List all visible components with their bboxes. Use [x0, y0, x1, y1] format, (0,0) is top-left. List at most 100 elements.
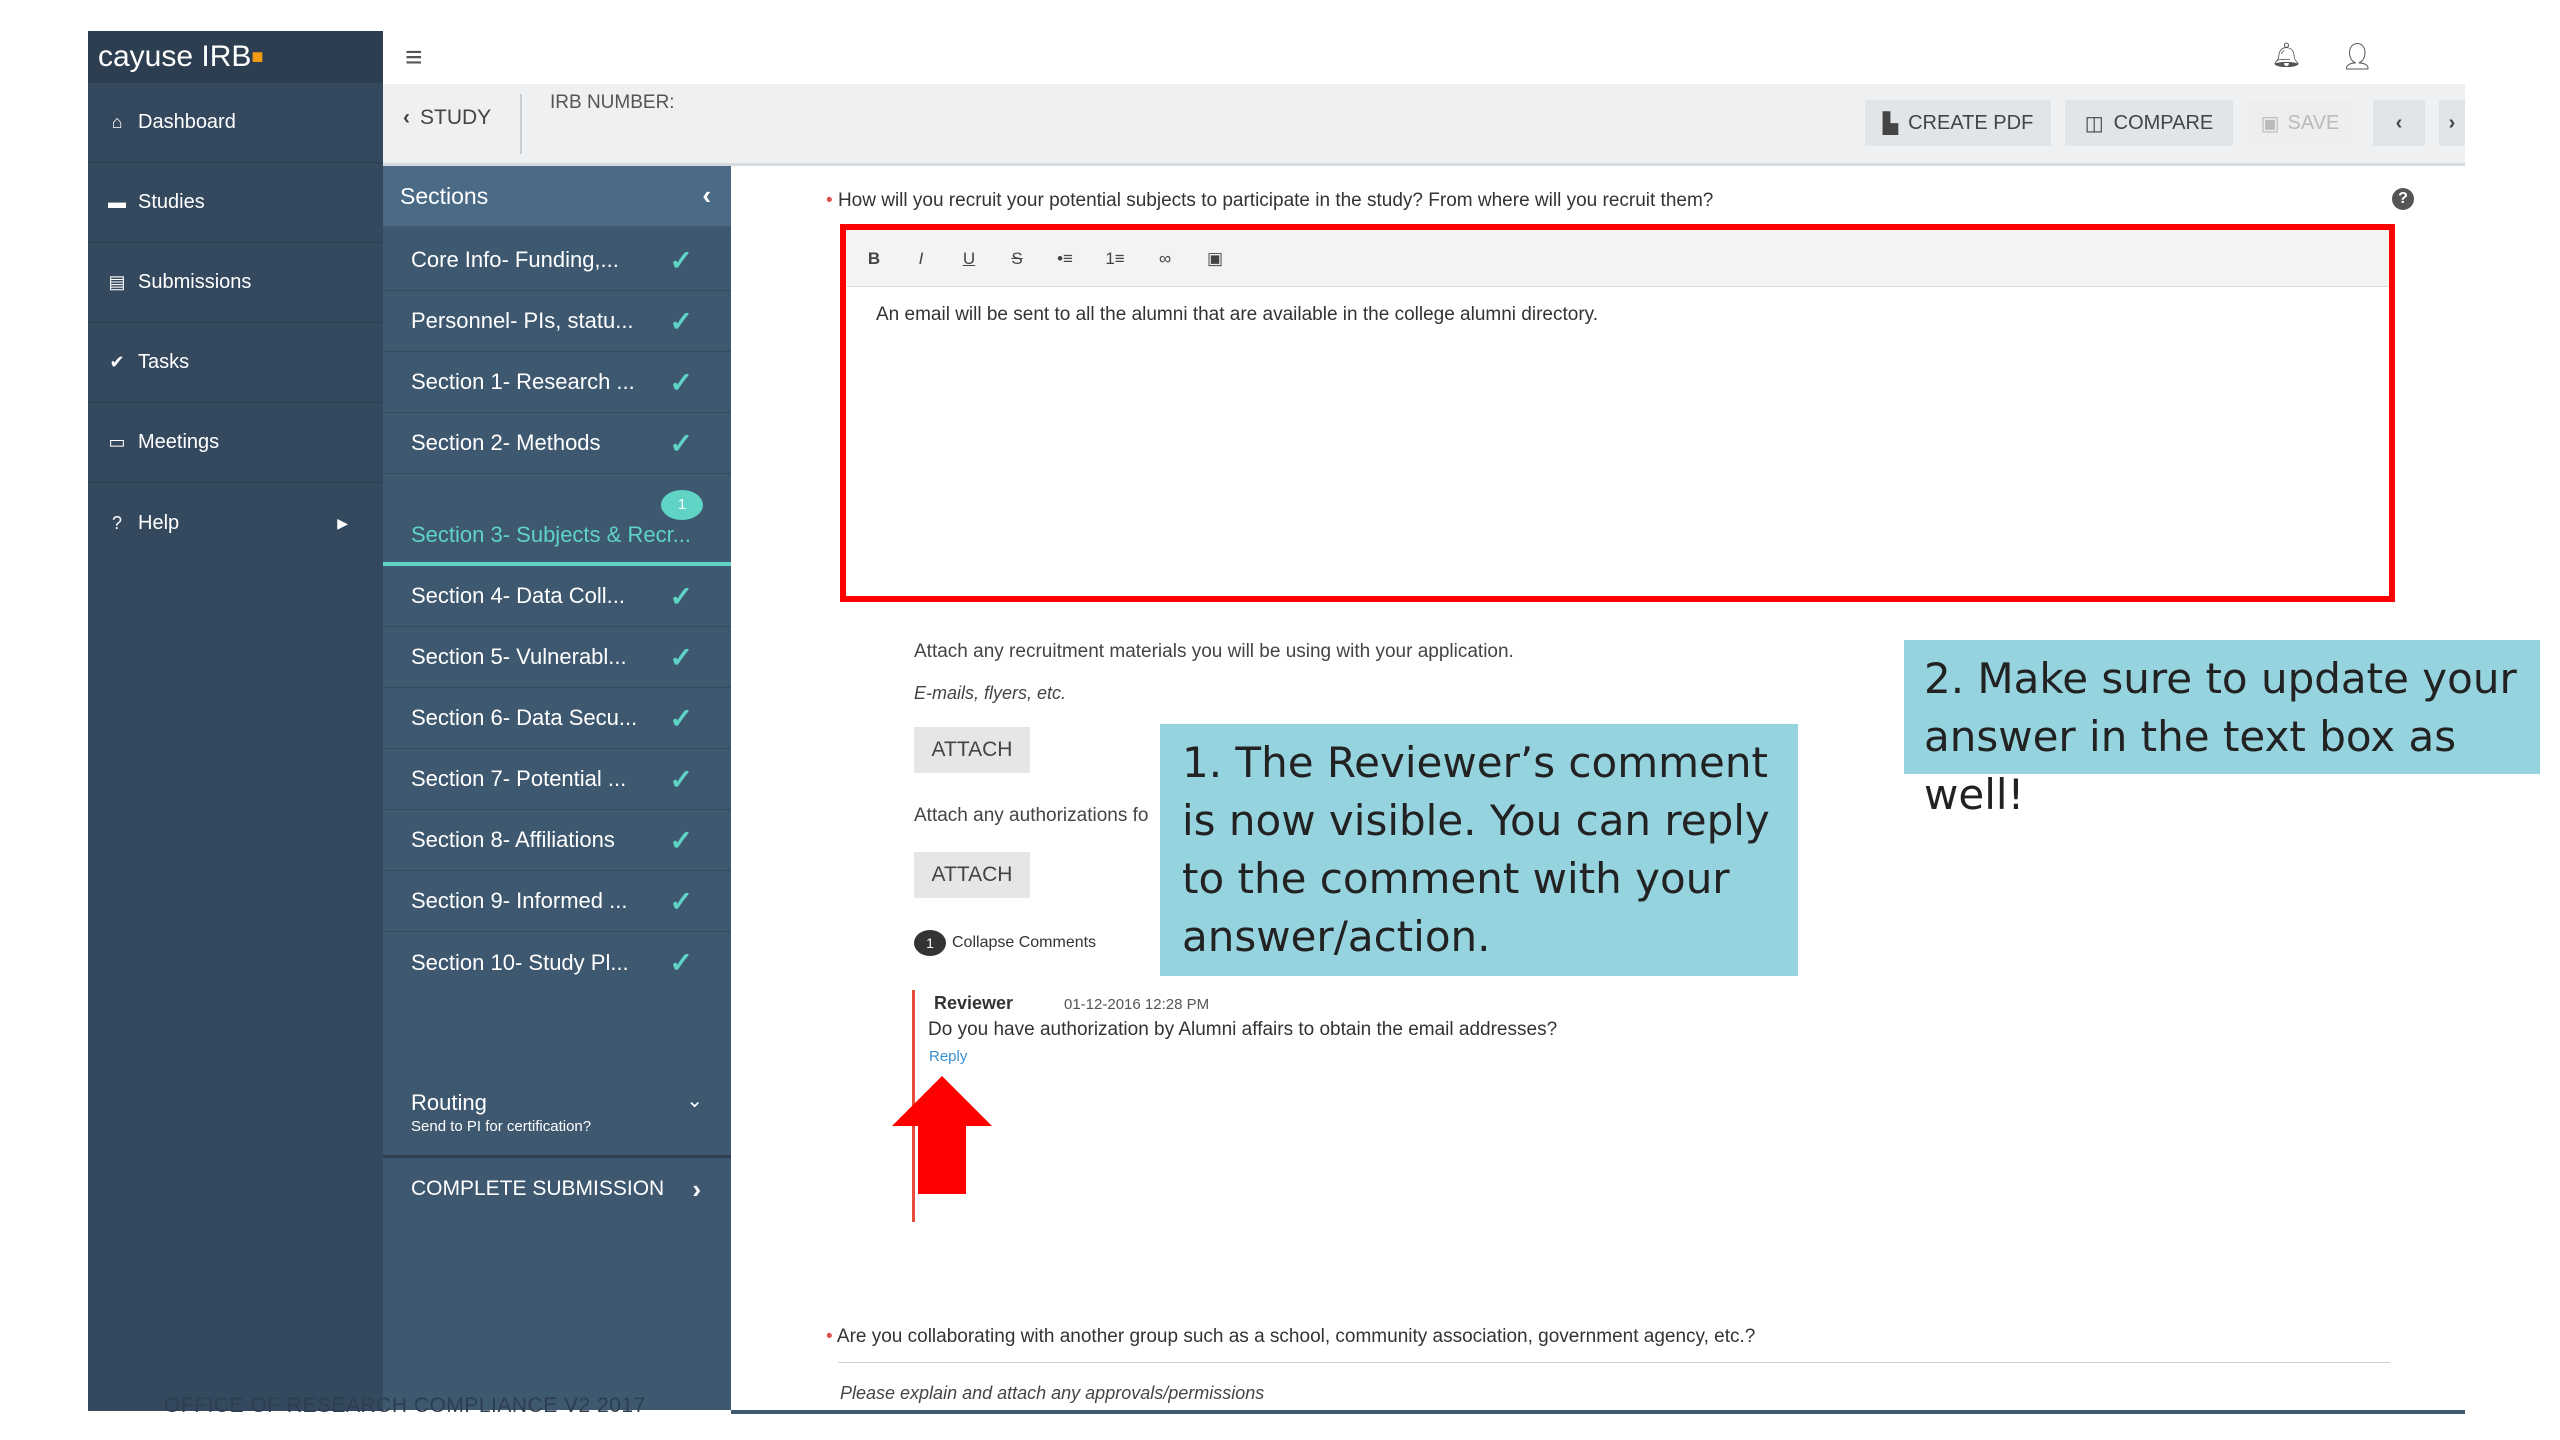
required-marker: •	[826, 190, 838, 211]
chevron-right-icon: ›	[2448, 111, 2456, 134]
comment-count-badge: 1	[661, 490, 703, 520]
editor-toolbar: B I U S •≡ 1≡ ∞ ▣	[846, 230, 2389, 287]
section-item[interactable]: Section 7- Potential ... ✓	[383, 749, 731, 810]
section-item[interactable]: Section 1- Research ... ✓	[383, 352, 731, 413]
attach-recruitment-label: Attach any recruitment materials you wil…	[914, 641, 1514, 662]
file-icon: ▤	[108, 272, 126, 292]
numbered-list-icon[interactable]: 1≡	[1100, 244, 1130, 274]
check-icon: ✓	[669, 763, 693, 795]
nav-item-label: Meetings	[138, 431, 220, 453]
divider	[838, 1362, 2390, 1363]
chevron-right-icon: ›	[692, 1173, 701, 1204]
nav-item-studies[interactable]: ▬ Studies	[88, 163, 383, 243]
section-item-active[interactable]: Section 3- Subjects & Recr... 1	[383, 474, 731, 566]
arrow-shape	[892, 1076, 992, 1194]
next-button[interactable]: ›	[2439, 100, 2465, 146]
italic-icon[interactable]: I	[906, 244, 936, 274]
nav-item-label: Studies	[138, 191, 205, 213]
previous-button[interactable]: ‹	[2373, 100, 2425, 146]
comment-date: 01-12-2016 12:28 PM	[1064, 996, 1210, 1013]
question-collaborating: • Are you collaborating with another gro…	[826, 1326, 1756, 1347]
section-item[interactable]: Section 9- Informed ... ✓	[383, 871, 731, 932]
attach-authorizations-button[interactable]: ATTACH	[914, 852, 1030, 898]
sections-panel: Sections ‹ Core Info- Funding,... ✓ Perso…	[383, 166, 731, 1410]
chevron-left-icon: ‹	[2395, 111, 2403, 134]
recruitment-answer-editor: B I U S •≡ 1≡ ∞ ▣ An email will be sent …	[840, 224, 2395, 602]
section-item[interactable]: Section 10- Study Pl... ✓	[383, 932, 731, 993]
answer-text[interactable]: An email will be sent to all the alumni …	[876, 304, 2356, 326]
chevron-left-icon: ‹	[403, 106, 410, 129]
compare-button[interactable]: ◫ COMPARE	[2065, 100, 2233, 146]
reply-link[interactable]: Reply	[929, 1048, 967, 1065]
check-icon: ✓	[669, 824, 693, 856]
bold-icon[interactable]: B	[859, 244, 889, 274]
back-to-study-link[interactable]: ‹ STUDY	[403, 106, 491, 130]
callout-update-answer: 2. Make sure to update your answer in th…	[1904, 640, 2540, 819]
footer-watermark: OFFICE OF RESEARCH COMPLIANCE V2 2017	[164, 1394, 646, 1417]
collapse-sections-icon[interactable]: ‹	[702, 180, 711, 211]
section-item[interactable]: Section 2- Methods ✓	[383, 413, 731, 474]
nav-item-submissions[interactable]: ▤ Submissions	[88, 243, 383, 323]
bullet-list-icon[interactable]: •≡	[1050, 244, 1080, 274]
check-icon: ✓	[669, 947, 693, 978]
section-item[interactable]: Section 6- Data Secu... ✓	[383, 688, 731, 749]
nav-item-help[interactable]: ? Help ▶	[88, 483, 383, 563]
underline-icon[interactable]: U	[954, 244, 984, 274]
image-icon[interactable]: ▣	[1200, 244, 1230, 274]
strikethrough-icon[interactable]: S	[1002, 244, 1032, 274]
callout-reviewer-comment: 1. The Reviewer’s comment is now visible…	[1160, 724, 1798, 976]
nav-item-label: Tasks	[138, 351, 190, 373]
nav-item-tasks[interactable]: ✔ Tasks	[88, 323, 383, 403]
attach-recruitment-button[interactable]: ATTACH	[914, 727, 1030, 773]
collapse-comments-toggle[interactable]: 1 Collapse Comments	[914, 930, 1096, 956]
attach-recruitment-hint: E-mails, flyers, etc.	[914, 683, 1067, 703]
nav-item-label: Help	[138, 511, 180, 534]
complete-submission-button[interactable]: COMPLETE SUBMISSION ›	[383, 1162, 731, 1216]
check-icon: ✓	[669, 305, 693, 337]
check-icon: ✓	[669, 244, 693, 276]
app-logo[interactable]: cayuse IRB■	[88, 31, 383, 83]
hamburger-menu-icon[interactable]: ≡	[405, 41, 423, 75]
red-arrow-annotation	[892, 1076, 992, 1194]
section-item[interactable]: Core Info- Funding,... ✓	[383, 230, 731, 291]
toolbar-divider	[520, 94, 522, 154]
columns-icon: ◫	[2084, 112, 2104, 135]
top-bar: ≡ 🔔︎ 👤︎	[383, 31, 2465, 84]
bottom-border	[731, 1410, 2465, 1414]
irb-number-label: IRB NUMBER:	[550, 92, 675, 113]
link-icon[interactable]: ∞	[1150, 244, 1180, 274]
left-navigation: cayuse IRB■ ⌂ Dashboard ▬ Studies ▤ Subm…	[88, 31, 383, 1411]
question-icon: ?	[111, 512, 122, 533]
user-icon[interactable]: 👤︎	[2341, 41, 2374, 72]
comment-text: Do you have authorization by Alumni affa…	[928, 1019, 1558, 1040]
study-toolbar: ‹ STUDY IRB NUMBER: ▙ CREATE PDF ◫ COMPA…	[383, 84, 2465, 166]
section-item[interactable]: Section 8- Affiliations ✓	[383, 810, 731, 871]
save-icon: ▣	[2260, 112, 2280, 135]
nav-item-label: Submissions	[138, 271, 252, 293]
check-icon: ✔	[109, 352, 125, 372]
section-item[interactable]: Personnel- PIs, statu... ✓	[383, 291, 731, 352]
attach-authorizations-label: Attach any authorizations fo	[914, 805, 1149, 826]
nav-item-meetings[interactable]: ▭ Meetings	[88, 403, 383, 483]
question-collaborating-hint: Please explain and attach any approvals/…	[840, 1383, 1265, 1403]
comment-bubble-icon: 1	[914, 930, 946, 956]
required-marker: •	[826, 1326, 837, 1347]
sections-header: Sections ‹	[383, 166, 731, 226]
check-icon: ✓	[669, 702, 693, 734]
check-icon: ✓	[669, 641, 693, 673]
create-pdf-button[interactable]: ▙ CREATE PDF	[1865, 100, 2051, 146]
bell-icon[interactable]: 🔔︎	[2271, 41, 2301, 70]
chevron-down-icon: ⌄	[686, 1090, 703, 1112]
routing-section[interactable]: Routing Send to PI for certification? ⌄	[383, 1078, 731, 1158]
check-icon: ✓	[669, 885, 693, 917]
section-item[interactable]: Section 4- Data Coll... ✓	[383, 566, 731, 627]
nav-item-dashboard[interactable]: ⌂ Dashboard	[88, 83, 383, 163]
folder-icon: ▬	[108, 192, 126, 212]
section-item[interactable]: Section 5- Vulnerabl... ✓	[383, 627, 731, 688]
home-icon: ⌂	[111, 112, 123, 132]
help-icon[interactable]: ?	[2392, 188, 2414, 210]
nav-item-label: Dashboard	[138, 111, 236, 133]
save-button[interactable]: ▣ SAVE	[2247, 100, 2353, 146]
check-icon: ✓	[669, 580, 693, 612]
file-pdf-icon: ▙	[1882, 112, 1899, 135]
